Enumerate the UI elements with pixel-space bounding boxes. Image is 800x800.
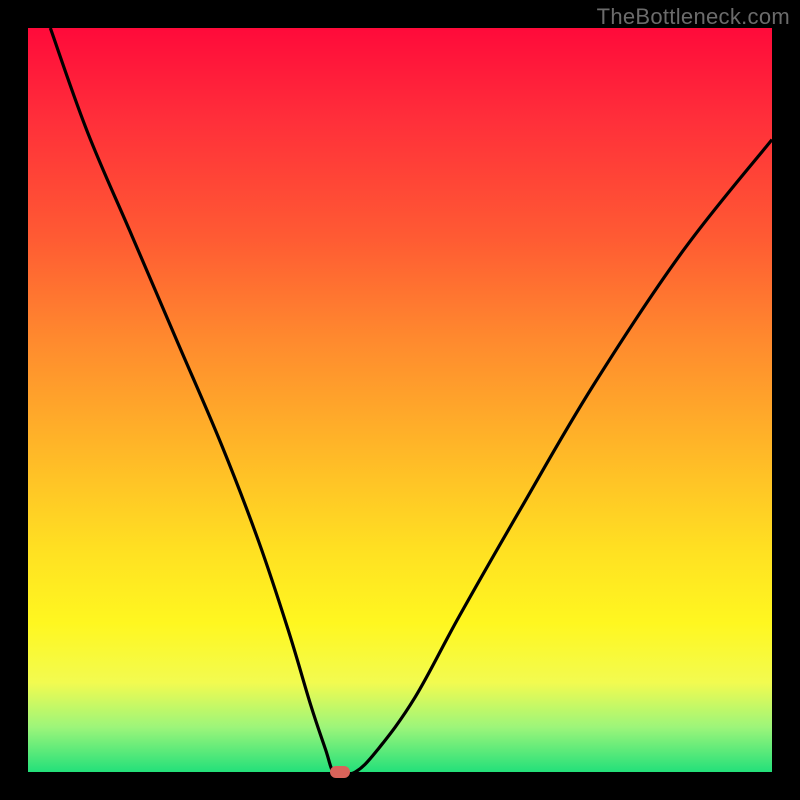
plot-area xyxy=(28,28,772,772)
optimal-marker xyxy=(330,766,350,778)
curve-path xyxy=(50,28,772,772)
chart-frame: TheBottleneck.com xyxy=(0,0,800,800)
watermark-text: TheBottleneck.com xyxy=(597,4,790,30)
bottleneck-curve xyxy=(28,28,772,772)
